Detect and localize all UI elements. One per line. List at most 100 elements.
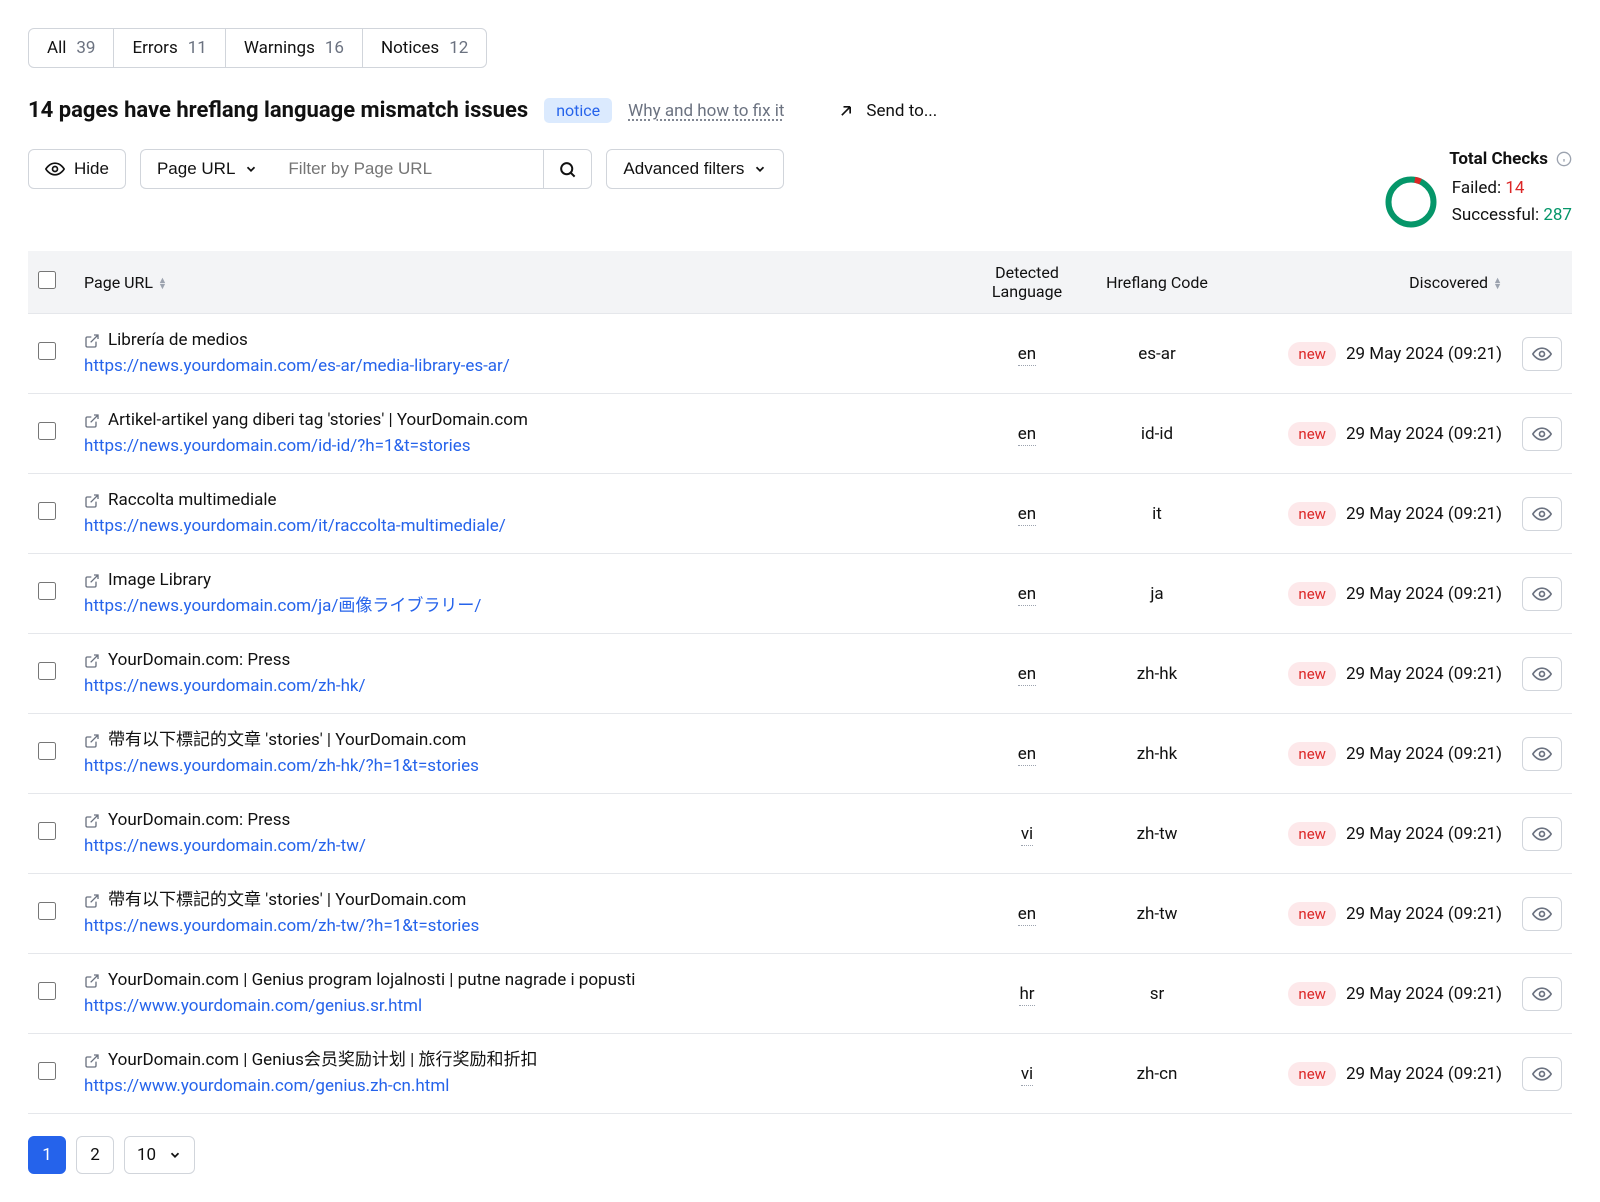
view-button[interactable] bbox=[1522, 737, 1562, 771]
eye-icon bbox=[1532, 584, 1552, 604]
filter-tabs: All39Errors11Warnings16Notices12 bbox=[28, 28, 487, 68]
page-url-link[interactable]: https://www.yourdomain.com/genius.sr.htm… bbox=[84, 994, 952, 1020]
why-fix-link[interactable]: Why and how to fix it bbox=[628, 101, 784, 121]
external-link-icon bbox=[84, 893, 100, 909]
view-button[interactable] bbox=[1522, 977, 1562, 1011]
select-all-checkbox[interactable] bbox=[38, 271, 56, 289]
detected-language: en bbox=[1018, 504, 1036, 526]
new-badge: new bbox=[1288, 662, 1336, 686]
eye-icon bbox=[1532, 664, 1552, 684]
row-checkbox[interactable] bbox=[38, 902, 56, 920]
row-checkbox[interactable] bbox=[38, 422, 56, 440]
discovered-date: 29 May 2024 (09:21) bbox=[1346, 824, 1502, 844]
tab-count: 39 bbox=[76, 38, 95, 58]
share-icon bbox=[836, 101, 856, 121]
tab-notices[interactable]: Notices12 bbox=[363, 29, 486, 67]
eye-icon bbox=[1532, 424, 1552, 444]
hreflang-code: sr bbox=[1092, 954, 1222, 1034]
url-cell: YourDomain.com | Genius会员奖励计划 | 旅行奖励和折扣h… bbox=[84, 1048, 952, 1099]
page-header: 14 pages have hreflang language mismatch… bbox=[28, 98, 1572, 123]
tab-label: Errors bbox=[132, 38, 177, 58]
table-row: 帶有以下標記的文章 'stories' | YourDomain.comhttp… bbox=[28, 714, 1572, 794]
page-2[interactable]: 2 bbox=[76, 1136, 114, 1174]
row-checkbox[interactable] bbox=[38, 662, 56, 680]
url-cell: 帶有以下標記的文章 'stories' | YourDomain.comhttp… bbox=[84, 888, 952, 939]
sort-icon: ▲▼ bbox=[1493, 278, 1502, 290]
toolbar: Hide Page URL Advanced filters Total Che… bbox=[28, 149, 1572, 229]
row-checkbox[interactable] bbox=[38, 1062, 56, 1080]
advanced-filters-button[interactable]: Advanced filters bbox=[606, 149, 784, 189]
view-button[interactable] bbox=[1522, 497, 1562, 531]
page-url-link[interactable]: https://news.yourdomain.com/ja/画像ライブラリー/ bbox=[84, 594, 952, 620]
tab-errors[interactable]: Errors11 bbox=[114, 29, 225, 67]
hreflang-code: it bbox=[1092, 474, 1222, 554]
col-page-url[interactable]: Page URL▲▼ bbox=[74, 251, 962, 314]
hreflang-code: zh-hk bbox=[1092, 714, 1222, 794]
send-to-button[interactable]: Send to... bbox=[836, 101, 937, 121]
row-checkbox[interactable] bbox=[38, 502, 56, 520]
search-button[interactable] bbox=[544, 149, 592, 189]
view-button[interactable] bbox=[1522, 817, 1562, 851]
success-label: Successful: bbox=[1452, 205, 1539, 225]
discovered-date: 29 May 2024 (09:21) bbox=[1346, 344, 1502, 364]
eye-icon bbox=[1532, 1064, 1552, 1084]
view-button[interactable] bbox=[1522, 417, 1562, 451]
page-url-link[interactable]: https://news.yourdomain.com/es-ar/media-… bbox=[84, 354, 952, 380]
detected-language: en bbox=[1018, 664, 1036, 686]
view-button[interactable] bbox=[1522, 577, 1562, 611]
tab-all[interactable]: All39 bbox=[29, 29, 114, 67]
page-url-selector[interactable]: Page URL bbox=[140, 149, 274, 189]
url-cell: 帶有以下標記的文章 'stories' | YourDomain.comhttp… bbox=[84, 728, 952, 779]
page-url-link[interactable]: https://news.yourdomain.com/zh-tw/ bbox=[84, 834, 952, 860]
external-link-icon bbox=[84, 413, 100, 429]
page-url-selector-label: Page URL bbox=[157, 159, 235, 179]
row-checkbox[interactable] bbox=[38, 582, 56, 600]
table-row: Image Libraryhttps://news.yourdomain.com… bbox=[28, 554, 1572, 634]
discovered-date: 29 May 2024 (09:21) bbox=[1346, 424, 1502, 444]
detected-language: en bbox=[1018, 584, 1036, 606]
page-url-link[interactable]: https://news.yourdomain.com/zh-hk/ bbox=[84, 674, 952, 700]
total-checks: Total Checks Failed: 14 Successful: 287 bbox=[1384, 149, 1572, 229]
hide-button[interactable]: Hide bbox=[28, 149, 126, 189]
col-detected[interactable]: Detected Language bbox=[962, 251, 1092, 314]
table-row: YourDomain.com | Genius program lojalnos… bbox=[28, 954, 1572, 1034]
external-link-icon bbox=[84, 1053, 100, 1069]
row-checkbox[interactable] bbox=[38, 342, 56, 360]
page-1[interactable]: 1 bbox=[28, 1136, 66, 1174]
view-button[interactable] bbox=[1522, 657, 1562, 691]
total-checks-title: Total Checks bbox=[1449, 149, 1548, 169]
detected-language: vi bbox=[1021, 824, 1033, 846]
row-checkbox[interactable] bbox=[38, 822, 56, 840]
col-discovered[interactable]: Discovered▲▼ bbox=[1222, 251, 1512, 314]
filter-input[interactable] bbox=[274, 149, 544, 189]
page-title: 14 pages have hreflang language mismatch… bbox=[28, 98, 528, 123]
page-url-link[interactable]: https://www.yourdomain.com/genius.zh-cn.… bbox=[84, 1074, 952, 1100]
notice-badge: notice bbox=[544, 98, 612, 123]
info-icon[interactable] bbox=[1556, 151, 1572, 167]
send-to-label: Send to... bbox=[866, 101, 937, 121]
chevron-down-icon bbox=[753, 162, 767, 176]
view-button[interactable] bbox=[1522, 337, 1562, 371]
failed-label: Failed: bbox=[1452, 178, 1501, 198]
page-url-link[interactable]: https://news.yourdomain.com/zh-hk/?h=1&t… bbox=[84, 754, 952, 780]
eye-icon bbox=[1532, 744, 1552, 764]
page-url-link[interactable]: https://news.yourdomain.com/zh-tw/?h=1&t… bbox=[84, 914, 952, 940]
view-button[interactable] bbox=[1522, 1057, 1562, 1091]
eye-icon bbox=[45, 159, 65, 179]
tab-warnings[interactable]: Warnings16 bbox=[226, 29, 363, 67]
detected-language: en bbox=[1018, 424, 1036, 446]
view-button[interactable] bbox=[1522, 897, 1562, 931]
page-title-text: Artikel-artikel yang diberi tag 'stories… bbox=[108, 408, 528, 434]
page-url-link[interactable]: https://news.yourdomain.com/id-id/?h=1&t… bbox=[84, 434, 952, 460]
hreflang-code: es-ar bbox=[1092, 314, 1222, 394]
page-title-text: YourDomain.com | Genius program lojalnos… bbox=[108, 968, 635, 994]
page-size-selector[interactable]: 10 bbox=[124, 1136, 195, 1174]
col-hreflang[interactable]: Hreflang Code bbox=[1092, 251, 1222, 314]
row-checkbox[interactable] bbox=[38, 982, 56, 1000]
row-checkbox[interactable] bbox=[38, 742, 56, 760]
page-url-link[interactable]: https://news.yourdomain.com/it/raccolta-… bbox=[84, 514, 952, 540]
detected-language: en bbox=[1018, 744, 1036, 766]
success-count: 287 bbox=[1543, 205, 1572, 225]
pagination: 12 10 bbox=[28, 1136, 1572, 1174]
tab-count: 12 bbox=[449, 38, 468, 58]
